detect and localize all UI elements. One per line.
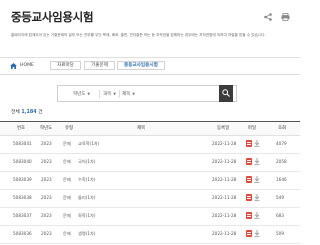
breadcrumb-home[interactable]: HOME [20, 62, 34, 69]
download-icon[interactable] [254, 140, 260, 147]
share-icon[interactable] [264, 13, 272, 21]
cell-type: 문제 [63, 213, 71, 218]
cell-views: 2058 [276, 159, 287, 164]
cell-date: 2022-11-28 [212, 231, 237, 236]
table-row[interactable]: 5083040 2023 문제 국어(1차) 2022-11-28 2058 [0, 153, 300, 172]
table-row[interactable]: 5083036 2023 문제 생명(1차) 2022-11-28 509 [0, 225, 300, 244]
cell-no: 5083039 [13, 177, 32, 182]
cell-title[interactable]: 생명(1차) [78, 231, 96, 237]
cell-date: 2022-11-28 [212, 213, 237, 218]
cell-no: 5083041 [13, 141, 32, 146]
hwp-file-icon[interactable] [246, 176, 252, 183]
table-row[interactable]: 5083037 2023 문제 화학(1차) 2022-11-28 683 [0, 207, 300, 226]
col-header-year: 학년도 [40, 126, 53, 131]
home-icon[interactable] [10, 63, 17, 69]
cell-no: 5083036 [13, 231, 32, 236]
print-icon[interactable] [281, 13, 290, 21]
copyright-notice: 홈페이지에 탑재되어 있는 기출문제의 일부 또는 전부를 무단 복제, 배포,… [11, 33, 266, 37]
chevron-down-icon: ▼ [87, 92, 91, 96]
cell-type: 문제 [63, 159, 71, 164]
cell-views: 549 [276, 195, 284, 200]
year-select[interactable]: 학년도 ▼ [73, 90, 90, 98]
total-number: 1,184 [21, 110, 37, 115]
chevron-down-icon: ▼ [132, 92, 135, 96]
subject-select[interactable]: 과목 ▼ [103, 90, 116, 98]
download-icon[interactable] [254, 212, 260, 219]
total-count: 전체 1,184 건 [11, 108, 43, 115]
cell-no: 5083038 [13, 195, 32, 200]
cell-views: 509 [276, 231, 284, 236]
subject-select-label: 과목 [103, 92, 112, 97]
field-select[interactable]: 제목 ▼ [122, 90, 135, 98]
cell-year: 2023 [41, 141, 52, 146]
table-row[interactable]: 5083039 2023 문제 수학(1차) 2022-11-28 1646 [0, 171, 300, 190]
search-icon [222, 89, 230, 97]
table-row[interactable]: 5083038 2023 문제 물리(1차) 2022-11-28 549 [0, 189, 300, 208]
page-title: 중등교사임용시험 [11, 10, 94, 24]
col-header-date: 등록일 [217, 126, 230, 131]
divider [99, 90, 100, 98]
total-label: 전체 [11, 110, 20, 115]
cell-title[interactable]: 수학(1차) [78, 177, 96, 183]
cell-date: 2022-11-28 [212, 177, 237, 182]
col-header-title: 제목 [137, 126, 146, 131]
col-header-file: 파일 [248, 126, 257, 131]
col-header-no: 번호 [17, 126, 26, 131]
cell-type: 문제 [63, 231, 71, 236]
breadcrumb-current[interactable]: 중등교사임용시험 [117, 61, 165, 70]
cell-views: 1646 [276, 177, 287, 182]
col-header-views: 조회 [278, 126, 287, 131]
chevron-down-icon: ▼ [113, 92, 116, 96]
cell-year: 2023 [41, 159, 52, 164]
cell-type: 문제 [63, 141, 71, 146]
search-bar: 학년도 ▼ 과목 ▼ 제목 ▼ [57, 85, 237, 102]
download-icon[interactable] [254, 230, 260, 237]
download-icon[interactable] [254, 194, 260, 201]
table-header: 번호 학년도 유형 제목 등록일 파일 조회 [0, 121, 300, 136]
col-header-type: 유형 [65, 126, 74, 131]
cell-year: 2023 [41, 213, 52, 218]
cell-type: 문제 [63, 195, 71, 200]
cell-date: 2022-11-28 [212, 141, 237, 146]
hwp-file-icon[interactable] [246, 194, 252, 201]
hwp-file-icon[interactable] [246, 158, 252, 165]
cell-date: 2022-11-28 [212, 195, 237, 200]
download-icon[interactable] [254, 158, 260, 165]
cell-year: 2023 [41, 195, 52, 200]
cell-title[interactable]: 국어(1차) [78, 159, 96, 165]
cell-type: 문제 [63, 177, 71, 182]
cell-title[interactable]: 물리(1차) [78, 195, 96, 201]
hwp-file-icon[interactable] [246, 212, 252, 219]
cell-year: 2023 [41, 231, 52, 236]
cell-year: 2023 [41, 177, 52, 182]
cell-views: 4079 [276, 141, 287, 146]
cell-views: 683 [276, 213, 284, 218]
table-row[interactable]: 5083041 2023 문제 교육학(1차) 2022-11-28 4079 [0, 135, 300, 154]
hwp-file-icon[interactable] [246, 140, 252, 147]
total-unit: 건 [38, 110, 43, 115]
field-select-label: 제목 [122, 92, 131, 97]
breadcrumb-level1[interactable]: 자료마당 [50, 61, 81, 70]
download-icon[interactable] [254, 176, 260, 183]
cell-title[interactable]: 교육학(1차) [78, 141, 99, 147]
cell-title[interactable]: 화학(1차) [78, 213, 96, 219]
divider [119, 90, 120, 98]
cell-no: 5083037 [13, 213, 32, 218]
cell-date: 2022-11-28 [212, 159, 237, 164]
cell-no: 5083040 [13, 159, 32, 164]
hwp-file-icon[interactable] [246, 230, 252, 237]
breadcrumb: HOME 자료마당 기출문제 중등교사임용시험 [0, 57, 300, 75]
year-select-label: 학년도 [73, 92, 86, 97]
breadcrumb-level2[interactable]: 기출문제 [84, 61, 115, 70]
search-button[interactable] [219, 85, 233, 102]
